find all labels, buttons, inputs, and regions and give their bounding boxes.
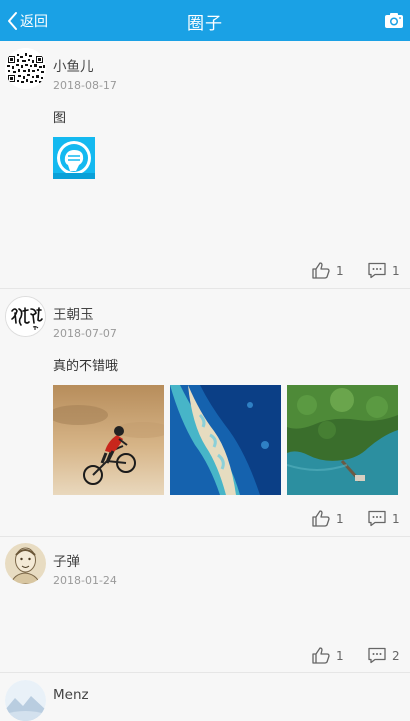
comment-icon (368, 262, 386, 279)
like-count: 1 (336, 648, 344, 663)
post-author-name[interactable]: 子弹 (53, 550, 80, 570)
top-app-bar: 返回 圈子 (0, 0, 410, 41)
like-button[interactable]: 1 (312, 510, 344, 527)
qr-code-avatar-image (5, 48, 46, 89)
island-aerial-photo (287, 385, 398, 495)
like-count: 1 (336, 511, 344, 526)
feed-post: 小鱼儿 2018-08-17 图 1 1 (0, 41, 410, 289)
comment-button[interactable]: 1 (368, 262, 400, 279)
reef-aerial-photo (170, 385, 281, 495)
post-date: 2018-08-17 (53, 79, 117, 92)
comment-icon (368, 510, 386, 527)
comment-count: 1 (392, 263, 400, 278)
camera-button[interactable] (384, 12, 404, 29)
like-button[interactable]: 1 (312, 262, 344, 279)
like-count: 1 (336, 263, 344, 278)
avatar[interactable] (5, 48, 46, 89)
comment-icon (368, 647, 386, 664)
fist-app-icon-image (53, 137, 95, 179)
post-image[interactable] (53, 385, 164, 495)
thumbs-up-icon (312, 510, 330, 527)
post-date: 2018-01-24 (53, 574, 117, 587)
post-image[interactable] (287, 385, 398, 495)
post-author-name[interactable]: 王朝玉 (53, 303, 94, 323)
post-date: 2018-07-07 (53, 327, 117, 340)
feed-post: 子弹 2018-01-24 1 2 (0, 537, 410, 673)
landscape-avatar-image (5, 680, 46, 721)
post-text: 图 (53, 111, 67, 126)
feed-post: 王朝玉 2018-07-07 真的不错哦 1 1 (0, 289, 410, 537)
comment-count: 1 (392, 511, 400, 526)
avatar[interactable] (5, 680, 46, 721)
avatar[interactable] (5, 543, 46, 584)
post-author-name[interactable]: Menz (53, 687, 89, 703)
feed-post: Menz (0, 673, 410, 721)
bmx-rider-photo (53, 385, 164, 495)
camera-icon (385, 13, 403, 28)
calligraphy-avatar-image (6, 297, 45, 336)
comment-button[interactable]: 1 (368, 510, 400, 527)
post-author-name[interactable]: 小鱼儿 (53, 55, 94, 75)
sketch-portrait-avatar-image (5, 543, 46, 584)
comment-count: 2 (392, 648, 400, 663)
thumbs-up-icon (312, 647, 330, 664)
post-text: 真的不错哦 (53, 359, 119, 374)
page-title: 圈子 (187, 14, 223, 34)
comment-button[interactable]: 2 (368, 647, 400, 664)
post-image[interactable] (53, 137, 95, 179)
post-image[interactable] (170, 385, 281, 495)
avatar[interactable] (5, 296, 46, 337)
thumbs-up-icon (312, 262, 330, 279)
like-button[interactable]: 1 (312, 647, 344, 664)
